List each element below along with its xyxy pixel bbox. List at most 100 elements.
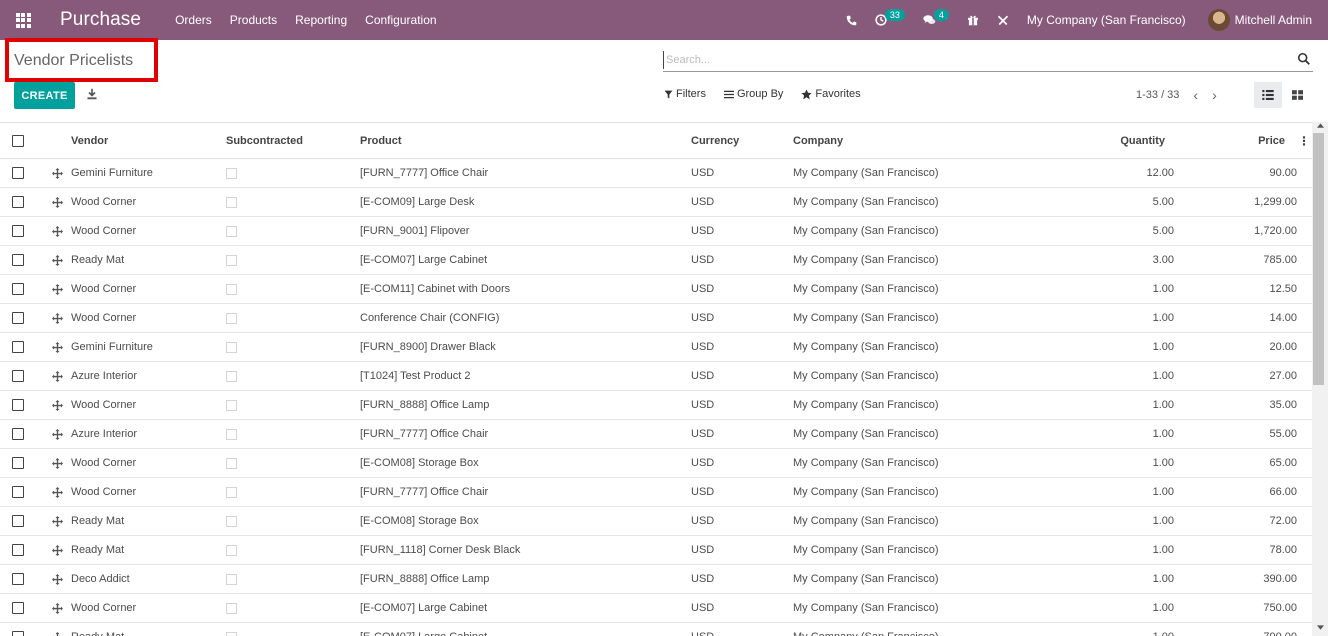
phone-icon[interactable] (846, 15, 857, 26)
list-view-icon[interactable] (1254, 82, 1282, 108)
row-checkbox[interactable] (12, 391, 24, 419)
row-checkbox[interactable] (12, 478, 24, 506)
cell-price: 390.00 (1263, 573, 1297, 585)
pager-previous-icon[interactable]: ‹ (1193, 87, 1198, 103)
drag-handle-icon[interactable] (52, 623, 63, 636)
row-checkbox[interactable] (12, 188, 24, 216)
row-checkbox[interactable] (12, 536, 24, 564)
avatar[interactable] (1207, 9, 1230, 31)
kanban-view-icon[interactable] (1286, 82, 1308, 108)
select-all-checkbox[interactable] (12, 123, 24, 158)
row-checkbox[interactable] (12, 449, 24, 477)
row-checkbox[interactable] (12, 333, 24, 361)
header-quantity[interactable]: Quantity (1090, 123, 1165, 158)
drag-handle-icon[interactable] (52, 304, 63, 332)
scroll-up-icon[interactable] (1313, 123, 1327, 132)
row-checkbox[interactable] (12, 420, 24, 448)
header-currency[interactable]: Currency (691, 123, 739, 158)
row-checkbox[interactable] (12, 275, 24, 303)
table-row[interactable]: Ready Mat [FURN_1118] Corner Desk Black US… (0, 536, 1312, 565)
debug-tools-icon[interactable] (997, 14, 1009, 26)
drag-handle-icon[interactable] (52, 217, 63, 245)
menu-orders[interactable]: Orders (175, 13, 212, 27)
cell-company: My Company (San Francisco) (793, 312, 939, 324)
drag-handle-icon[interactable] (52, 536, 63, 564)
drag-handle-icon[interactable] (52, 507, 63, 535)
filters-button[interactable]: Filters (664, 88, 706, 100)
groupby-button[interactable]: Group By (723, 88, 783, 100)
table-row[interactable]: Wood Corner [FURN_8888] Office Lamp USD My … (0, 391, 1312, 420)
row-checkbox[interactable] (12, 217, 24, 245)
table-row[interactable]: Ready Mat [E-COM08] Storage Box USD My Comp… (0, 507, 1312, 536)
drag-handle-icon[interactable] (52, 275, 63, 303)
cell-price: 78.00 (1269, 544, 1297, 556)
subcontracted-checkbox (226, 420, 237, 448)
drag-handle-icon[interactable] (52, 159, 63, 187)
row-checkbox[interactable] (12, 304, 24, 332)
table-row[interactable]: Wood Corner [FURN_9001] Flipover USD My Com… (0, 217, 1312, 246)
activities-button[interactable]: 33 (875, 9, 905, 26)
row-checkbox[interactable] (12, 246, 24, 274)
table-row[interactable]: Wood Corner [E-COM07] Large Cabinet USD My … (0, 594, 1312, 623)
gift-icon[interactable] (967, 14, 979, 26)
cell-product: [FURN_9001] Flipover (360, 225, 470, 237)
table-body: Gemini Furniture [FURN_7777] Office Chair… (0, 159, 1312, 636)
subcontracted-checkbox (226, 391, 237, 419)
table-row[interactable]: Gemini Furniture [FURN_8900] Drawer Black… (0, 333, 1312, 362)
user-menu[interactable]: Mitchell Admin (1235, 13, 1312, 27)
drag-handle-icon[interactable] (52, 246, 63, 274)
menu-configuration[interactable]: Configuration (365, 13, 436, 27)
header-subcontracted[interactable]: Subcontracted (226, 123, 303, 158)
search-input[interactable] (663, 51, 1263, 69)
pager-next-icon[interactable]: › (1212, 87, 1217, 103)
header-price[interactable]: Price (1200, 123, 1285, 158)
download-icon[interactable] (86, 88, 98, 100)
header-vendor[interactable]: Vendor (71, 123, 108, 158)
drag-handle-icon[interactable] (52, 449, 63, 477)
table-row[interactable]: Ready Mat [E-COM07] Large Cabinet USD My Co… (0, 246, 1312, 275)
row-checkbox[interactable] (12, 507, 24, 535)
cell-quantity: 1.00 (1152, 341, 1174, 353)
app-name[interactable]: Purchase (60, 9, 141, 31)
create-button[interactable]: CREATE (14, 82, 75, 109)
drag-handle-icon[interactable] (52, 565, 63, 593)
header-product[interactable]: Product (360, 123, 402, 158)
table-row[interactable]: Wood Corner [FURN_7777] Office Chair USD My… (0, 478, 1312, 507)
row-checkbox[interactable] (12, 623, 24, 636)
table-row[interactable]: Gemini Furniture [FURN_7777] Office Chair… (0, 159, 1312, 188)
pager-value[interactable]: 1-33 / 33 (1136, 89, 1179, 101)
drag-handle-icon[interactable] (52, 333, 63, 361)
row-checkbox[interactable] (12, 565, 24, 593)
table-row[interactable]: Wood Corner [E-COM11] Cabinet with Doors U… (0, 275, 1312, 304)
row-checkbox[interactable] (12, 159, 24, 187)
drag-handle-icon[interactable] (52, 594, 63, 622)
table-row[interactable]: Wood Corner [E-COM09] Large Desk USD My Com… (0, 188, 1312, 217)
drag-handle-icon[interactable] (52, 478, 63, 506)
company-switcher[interactable]: My Company (San Francisco) (1027, 13, 1186, 27)
scrollbar-thumb[interactable] (1313, 133, 1324, 385)
cell-product: [E-COM11] Cabinet with Doors (360, 283, 511, 295)
favorites-button[interactable]: Favorites (801, 88, 861, 100)
table-row[interactable]: Deco Addict [FURN_8888] Office Lamp USD My … (0, 565, 1312, 594)
table-row[interactable]: Ready Mat [E-COM07] Large Cabinet USD My Co… (0, 623, 1312, 636)
table-row[interactable]: Wood Corner [E-COM08] Storage Box USD My Co… (0, 449, 1312, 478)
row-checkbox[interactable] (12, 362, 24, 390)
drag-handle-icon[interactable] (52, 362, 63, 390)
cell-price: 66.00 (1269, 486, 1297, 498)
drag-handle-icon[interactable] (52, 420, 63, 448)
table-row[interactable]: Azure Interior [T1024] Test Product 2 USD M… (0, 362, 1312, 391)
drag-handle-icon[interactable] (52, 391, 63, 419)
menu-products[interactable]: Products (230, 13, 277, 27)
scroll-down-icon[interactable] (1313, 625, 1327, 634)
row-checkbox[interactable] (12, 594, 24, 622)
cell-quantity: 1.00 (1100, 623, 1174, 636)
drag-handle-icon[interactable] (52, 188, 63, 216)
table-row[interactable]: Azure Interior [FURN_7777] Office Chair US… (0, 420, 1312, 449)
apps-grid-icon[interactable] (0, 0, 46, 40)
optional-columns-icon[interactable]: ⋮ (1298, 123, 1310, 158)
header-company[interactable]: Company (793, 123, 843, 158)
menu-reporting[interactable]: Reporting (295, 13, 347, 27)
messages-button[interactable]: 4 (923, 9, 949, 26)
table-row[interactable]: Wood Corner Conference Chair (CONFIG) USD M… (0, 304, 1312, 333)
search-icon[interactable] (1297, 52, 1311, 66)
